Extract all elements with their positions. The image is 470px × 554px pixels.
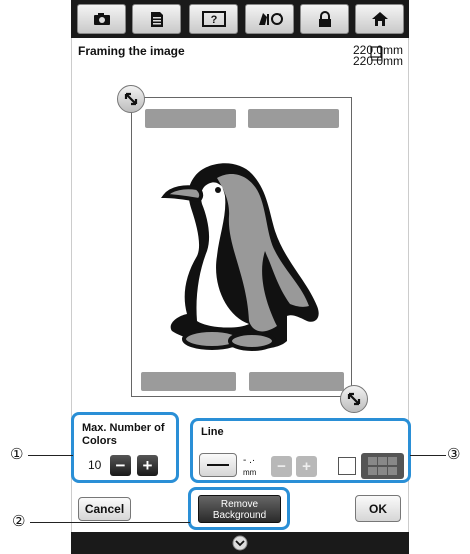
ok-button[interactable]: OK [355,495,401,522]
bottom-bar [71,532,409,554]
plus-icon: + [302,458,311,475]
home-icon [371,12,388,26]
placeholder-bar [145,109,236,128]
max-colors-panel: Max. Number of Colors 10 − + [71,412,179,483]
decrease-colors-button[interactable]: − [110,455,131,476]
color-palette-icon [367,457,397,475]
frame-height: 220.0mm [352,54,403,68]
callout-1: ① [10,445,24,463]
line-dash-indicator: - .· [243,455,256,466]
minus-icon: − [115,455,126,475]
line-thickness-button[interactable] [199,453,237,477]
remove-background-button[interactable]: Remove Background [198,495,281,523]
callout-1-line [28,455,73,456]
line-unit: mm [243,468,257,477]
remove-background-panel: Remove Background [188,487,290,530]
decrease-line-button[interactable]: − [271,456,292,477]
callout-2: ② [12,512,26,530]
home-button[interactable] [355,4,404,34]
top-toolbar: ? [71,0,409,38]
increase-line-button[interactable]: + [296,456,317,477]
help-button[interactable]: ? [189,4,238,34]
callout-3-line [410,455,446,456]
max-colors-value: 10 [88,458,102,472]
line-color-checkbox[interactable] [338,457,356,475]
line-label: Line [201,426,224,438]
placeholder-bar [248,109,339,128]
line-panel: Line - .· mm − + [190,418,411,483]
page-title: Framing the image [78,44,185,58]
document-icon [150,11,163,27]
resize-handle-top-left[interactable] [117,85,145,113]
svg-text:?: ? [210,14,217,26]
lock-icon [318,10,331,27]
callout-3: ③ [447,445,461,463]
callout-2-line [30,522,190,523]
max-colors-label-line2: Colors [82,435,117,447]
penguin-image [160,163,319,351]
cancel-button[interactable]: Cancel [78,497,131,521]
resize-handle-bottom-right[interactable] [340,385,368,413]
embroidery-settings-button[interactable] [245,4,294,34]
plus-icon: + [142,455,153,475]
document-button[interactable] [132,4,181,34]
placeholder-bar [249,372,344,391]
lock-button[interactable] [300,4,349,34]
line-color-button[interactable] [361,453,404,479]
minus-icon: − [277,458,286,475]
remove-background-label-line2: Background [212,510,267,521]
max-colors-label-line1: Max. Number of [82,422,165,434]
help-icon: ? [201,11,226,27]
camera-icon [93,13,110,25]
diagonal-arrows-icon [347,392,361,406]
increase-colors-button[interactable]: + [137,455,158,476]
chevron-down-icon[interactable] [232,535,248,551]
image-frame [131,97,352,397]
line-icon [207,464,229,466]
diagonal-arrows-icon [124,92,138,106]
placeholder-bar [141,372,236,391]
embroidery-settings-icon [258,13,283,25]
camera-button[interactable] [77,4,126,34]
remove-background-label-line1: Remove [220,499,259,510]
